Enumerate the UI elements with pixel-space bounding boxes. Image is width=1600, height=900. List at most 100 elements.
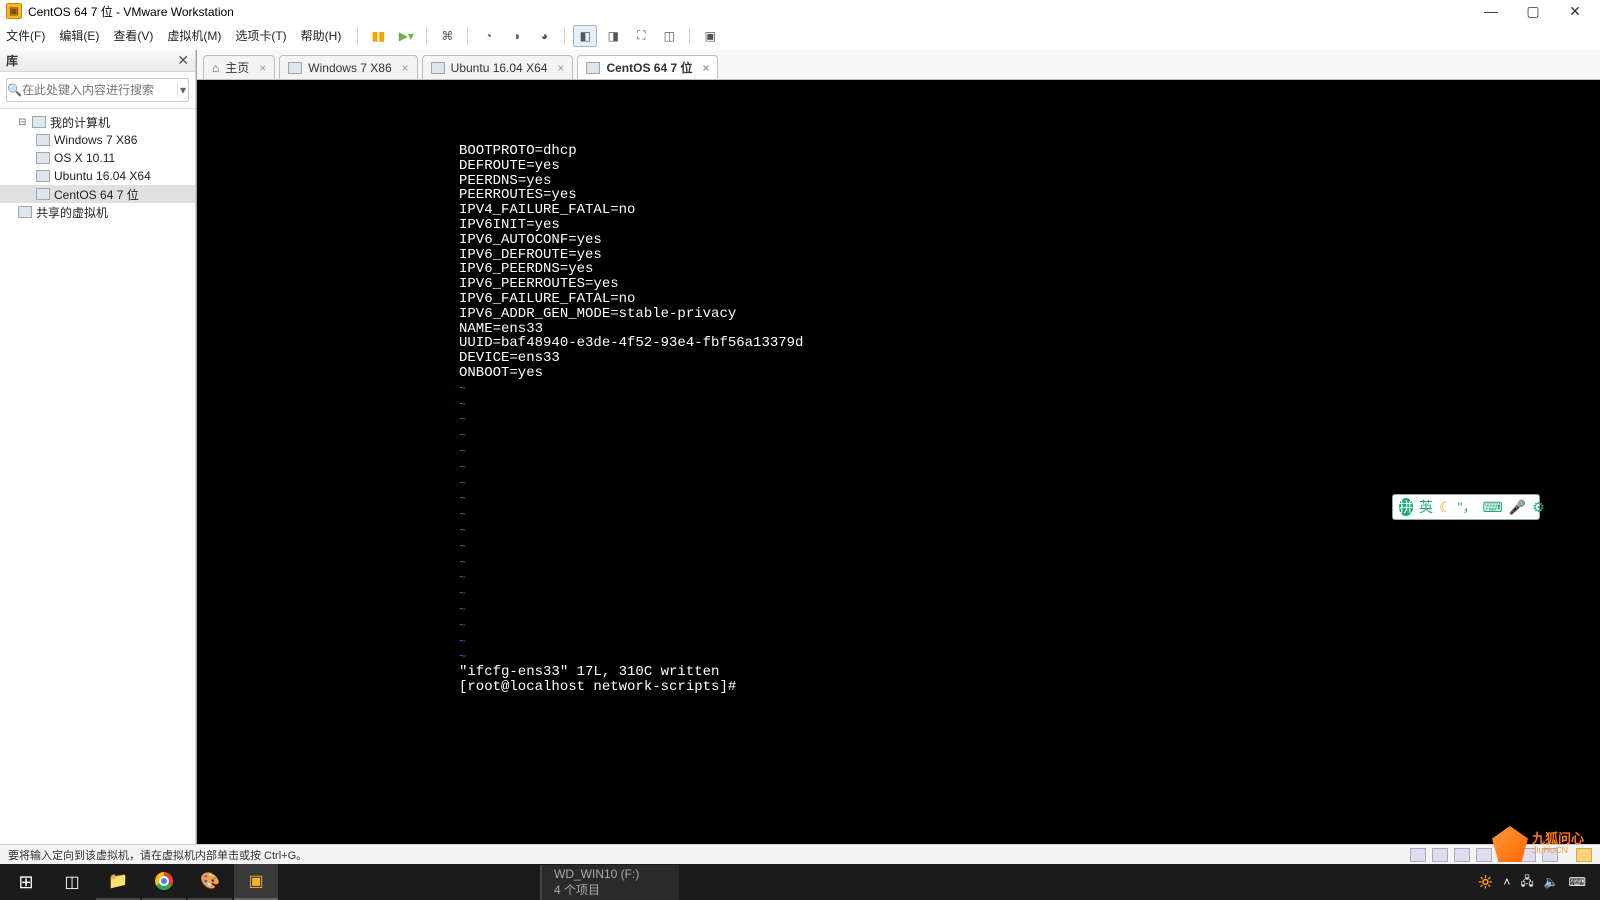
layout-library-button[interactable]: ◧ xyxy=(573,25,597,47)
sidebar-close-icon[interactable]: ✕ xyxy=(177,52,189,69)
close-button[interactable]: ✕ xyxy=(1560,3,1590,20)
send-ctrlaltdel-button[interactable]: ⌘ xyxy=(435,25,459,47)
device-cd-icon[interactable] xyxy=(1432,848,1448,862)
tree-shared-vms[interactable]: 共享的虚拟机 xyxy=(0,203,195,221)
vm-icon xyxy=(36,188,50,200)
app-window: ▣ CentOS 64 7 位 - VMware Workstation — ▢… xyxy=(0,0,1600,900)
mic-icon[interactable]: 🎤 xyxy=(1509,499,1526,516)
taskbar-file-explorer[interactable]: 📁 xyxy=(96,864,140,900)
menu-file[interactable]: 文件(F) xyxy=(6,27,45,44)
collapse-icon[interactable]: ⊟ xyxy=(18,117,28,128)
sidebar-header: 库 ✕ xyxy=(0,50,195,72)
snapshot-revert-button[interactable]: ◑ xyxy=(504,25,528,47)
tree-vm-item[interactable]: Ubuntu 16.04 X64 xyxy=(0,167,195,185)
tab-vm-active[interactable]: CentOS 64 7 位 × xyxy=(577,55,718,79)
tray-ime-icon[interactable]: ⌨ xyxy=(1569,875,1586,889)
vmware-statusbar: 要将输入定向到该虚拟机，请在虚拟机内部单击或按 Ctrl+G。 xyxy=(0,844,1600,864)
sidebar-search: 🔍 ▾ xyxy=(0,72,195,109)
tray-volume-icon[interactable]: 🔈 xyxy=(1544,875,1559,889)
ime-punct-icon[interactable]: "， xyxy=(1458,497,1477,517)
vm-icon xyxy=(36,152,50,164)
menu-edit[interactable]: 编辑(E) xyxy=(59,27,99,44)
status-text: 要将输入定向到该虚拟机，请在虚拟机内部单击或按 Ctrl+G。 xyxy=(8,847,1404,863)
library-sidebar: 库 ✕ 🔍 ▾ ⊟ 我的计算机 Windows 7 X86 xyxy=(0,50,196,844)
tree-label: Ubuntu 16.04 X64 xyxy=(54,169,151,183)
computer-icon xyxy=(32,116,46,128)
ime-floating-bar[interactable]: 拼 英 ☾ "， ⌨ 🎤 ⚙ xyxy=(1392,494,1540,520)
tab-close-icon[interactable]: × xyxy=(557,61,564,75)
tree-my-computer[interactable]: ⊟ 我的计算机 xyxy=(0,113,195,131)
sidebar-title: 库 xyxy=(6,52,177,69)
menu-tabs[interactable]: 选项卡(T) xyxy=(235,27,286,44)
ime-method-icon[interactable]: 拼 xyxy=(1399,498,1413,516)
keyboard-icon[interactable]: ⌨ xyxy=(1483,499,1503,516)
tree-vm-item[interactable]: OS X 10.11 xyxy=(0,149,195,167)
taskview-button[interactable]: ◫ xyxy=(50,864,94,900)
minimize-button[interactable]: — xyxy=(1476,3,1506,20)
explorer-preview-sub: 4 个项目 xyxy=(554,881,639,898)
windows-logo-icon: ⊞ xyxy=(18,872,33,893)
start-button[interactable]: ⊞ xyxy=(4,864,48,900)
pause-button[interactable]: ▮▮ xyxy=(366,25,390,47)
system-tray: 🔆 ˄ 🖧 🔈 ⌨ xyxy=(1478,872,1596,893)
tab-close-icon[interactable]: × xyxy=(259,61,266,75)
snapshot-manage-button[interactable]: ◕ xyxy=(532,25,556,47)
console-view-button[interactable]: ▣ xyxy=(698,25,722,47)
tree-label: 共享的虚拟机 xyxy=(36,204,108,221)
vm-icon xyxy=(36,134,50,146)
separator xyxy=(467,27,468,45)
tree-vm-item-selected[interactable]: CentOS 64 7 位 xyxy=(0,185,195,203)
taskbar-paint[interactable]: 🎨 xyxy=(188,864,232,900)
watermark: 九狐问心 JiuHuCN xyxy=(1492,824,1596,864)
explorer-preview-title: WD_WIN10 (F:) xyxy=(554,867,639,881)
separator xyxy=(689,27,690,45)
search-dropdown-icon[interactable]: ▾ xyxy=(177,83,188,97)
tray-network-icon[interactable]: 🖧 xyxy=(1520,872,1533,893)
device-usb-icon[interactable] xyxy=(1476,848,1492,862)
tree-vm-item[interactable]: Windows 7 X86 xyxy=(0,131,195,149)
device-floppy-icon[interactable] xyxy=(1410,848,1426,862)
layout-thumbnail-button[interactable]: ◨ xyxy=(601,25,625,47)
tree-label: OS X 10.11 xyxy=(54,151,115,165)
tab-vm[interactable]: Windows 7 X86 × xyxy=(279,55,417,79)
gear-icon[interactable]: ⚙ xyxy=(1532,499,1545,516)
menu-view[interactable]: 查看(V) xyxy=(113,27,153,44)
tab-vm[interactable]: Ubuntu 16.04 X64 × xyxy=(422,55,574,79)
ime-lang[interactable]: 英 xyxy=(1419,497,1433,517)
maximize-button[interactable]: ▢ xyxy=(1518,3,1548,20)
play-dropdown-button[interactable]: ▶▾ xyxy=(394,25,418,47)
search-box[interactable]: 🔍 ▾ xyxy=(6,78,189,102)
search-icon: 🔍 xyxy=(7,83,22,97)
shared-icon xyxy=(18,206,32,218)
app-icon: ▣ xyxy=(6,3,22,19)
window-controls: — ▢ ✕ xyxy=(1476,3,1594,20)
unity-button[interactable]: ◫ xyxy=(657,25,681,47)
vm-icon xyxy=(586,62,600,74)
home-icon: ⌂ xyxy=(212,61,219,75)
tab-label: 主页 xyxy=(225,59,249,76)
menu-vm[interactable]: 虚拟机(M) xyxy=(167,27,221,44)
taskbar-vmware[interactable]: ▣ xyxy=(234,864,278,900)
body: 库 ✕ 🔍 ▾ ⊟ 我的计算机 Windows 7 X86 xyxy=(0,50,1600,844)
fullscreen-button[interactable]: ⛶ xyxy=(629,25,653,47)
toolbar: ▮▮ ▶▾ ⌘ ◔ ◑ ◕ ◧ ◨ ⛶ ◫ ▣ xyxy=(347,22,1600,50)
tab-close-icon[interactable]: × xyxy=(402,61,409,75)
tab-home[interactable]: ⌂ 主页 × xyxy=(203,55,275,79)
vm-terminal[interactable]: BOOTPROTO=dhcp DEFROUTE=yes PEERDNS=yes … xyxy=(197,80,1600,844)
explorer-preview[interactable]: WD_WIN10 (F:) 4 个项目 xyxy=(540,865,679,900)
vm-icon xyxy=(36,170,50,182)
search-input[interactable] xyxy=(22,83,177,97)
tray-app-icon[interactable]: 🔆 xyxy=(1478,875,1493,889)
titlebar: ▣ CentOS 64 7 位 - VMware Workstation — ▢… xyxy=(0,0,1600,22)
taskbar-chrome[interactable] xyxy=(142,864,186,900)
snapshot-take-button[interactable]: ◔ xyxy=(476,25,500,47)
tab-close-icon[interactable]: × xyxy=(702,61,709,75)
separator xyxy=(357,27,358,45)
tray-chevron-up-icon[interactable]: ˄ xyxy=(1503,875,1510,889)
moon-icon[interactable]: ☾ xyxy=(1439,499,1452,516)
library-tree: ⊟ 我的计算机 Windows 7 X86 OS X 10.11 Ubuntu … xyxy=(0,109,195,225)
device-network-icon[interactable] xyxy=(1454,848,1470,862)
vm-icon xyxy=(288,62,302,74)
separator xyxy=(564,27,565,45)
menu-help[interactable]: 帮助(H) xyxy=(301,27,342,44)
